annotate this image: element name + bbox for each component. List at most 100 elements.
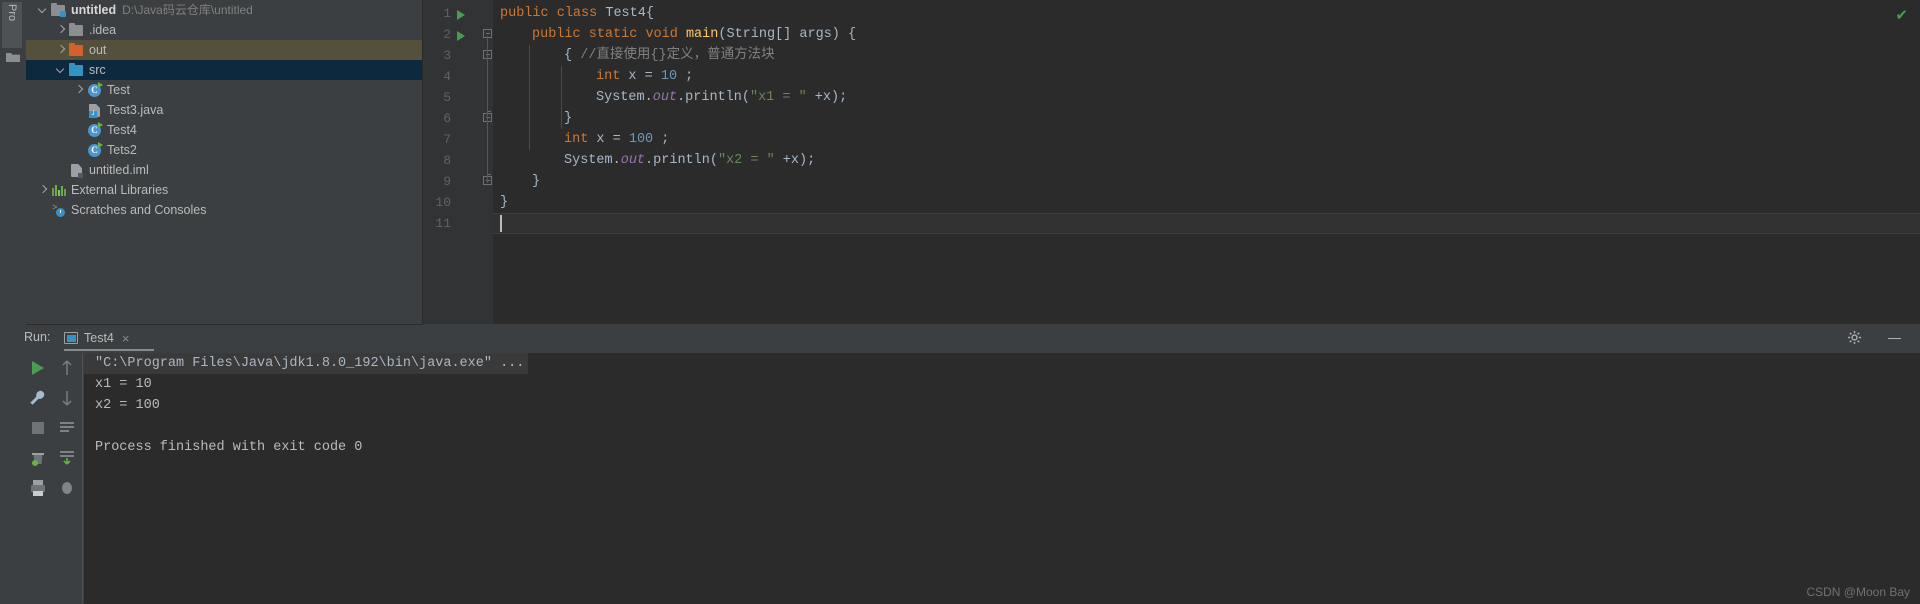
line-number: 2 bbox=[443, 27, 451, 42]
java-class-icon: C bbox=[86, 122, 104, 138]
chevron-down-icon[interactable] bbox=[54, 60, 68, 80]
line-number: 6 bbox=[443, 111, 451, 126]
tree-item-test4[interactable]: C Test4 bbox=[26, 120, 422, 140]
intellij-idea-window: Pro untitled D:\Java码云仓库\untitled .idea out… bbox=[0, 0, 1920, 604]
java-class-icon: C bbox=[86, 142, 104, 158]
close-icon[interactable]: × bbox=[122, 331, 130, 346]
folder-grey-icon bbox=[68, 22, 86, 38]
run-tab-test4[interactable]: Test4 × bbox=[64, 327, 129, 349]
arrow-down-icon[interactable] bbox=[56, 383, 78, 413]
tree-item-label: Scratches and Consoles bbox=[71, 203, 207, 217]
console-icon bbox=[64, 332, 78, 344]
chevron-right-icon[interactable] bbox=[54, 40, 68, 60]
tree-item-label: External Libraries bbox=[71, 183, 169, 197]
code-line[interactable]: } bbox=[500, 192, 508, 213]
run-tab-label: Test4 bbox=[84, 331, 114, 345]
project-tree-panel[interactable]: untitled D:\Java码云仓库\untitled .idea out src C… bbox=[26, 0, 423, 325]
code-line[interactable]: int x = 100 ; bbox=[564, 129, 669, 150]
code-line[interactable]: public class Test4{ bbox=[500, 3, 654, 24]
java-file-icon bbox=[86, 102, 104, 118]
tree-item-src[interactable]: src bbox=[26, 60, 422, 80]
bug-icon[interactable] bbox=[56, 473, 78, 503]
tree-item-label: untitled bbox=[71, 3, 117, 17]
run-console-output[interactable]: "C:\Program Files\Java\jdk1.8.0_192\bin\… bbox=[84, 353, 1920, 604]
console-lines: "C:\Program Files\Java\jdk1.8.0_192\bin\… bbox=[84, 353, 1920, 458]
caret-line-highlight bbox=[493, 213, 1920, 234]
chevron-right-icon[interactable] bbox=[54, 20, 68, 40]
console-line: "C:\Program Files\Java\jdk1.8.0_192\bin\… bbox=[84, 353, 1920, 374]
console-output-line: Process finished with exit code 0 bbox=[95, 440, 363, 455]
folder-orange-icon bbox=[68, 42, 86, 58]
code-line[interactable]: int x = 10 ; bbox=[596, 66, 693, 87]
tree-item-tets2[interactable]: C Tets2 bbox=[26, 140, 422, 160]
project-tree[interactable]: untitled D:\Java码云仓库\untitled .idea out src C… bbox=[26, 0, 422, 220]
code-line[interactable]: System.out.println("x1 = " +x); bbox=[596, 87, 847, 108]
line-number: 11 bbox=[435, 216, 451, 231]
line-number: 1 bbox=[443, 6, 451, 21]
tree-item-external-libraries[interactable]: External Libraries bbox=[26, 180, 422, 200]
run-toolbar-right[interactable] bbox=[56, 353, 83, 603]
chevron-right-icon[interactable] bbox=[36, 180, 50, 200]
code-line[interactable]: public static void main(String[] args) { bbox=[532, 24, 856, 45]
console-line: Process finished with exit code 0 bbox=[84, 437, 1920, 458]
scroll-to-end-icon[interactable] bbox=[56, 443, 78, 473]
run-gutter-icon[interactable] bbox=[457, 10, 465, 20]
text-caret bbox=[500, 215, 502, 232]
project-tab-label: Pro bbox=[6, 4, 18, 22]
tree-item-label: Test bbox=[107, 83, 130, 97]
line-number: 7 bbox=[443, 132, 451, 147]
tree-item-path: D:\Java码云仓库\untitled bbox=[122, 3, 253, 17]
print-icon[interactable] bbox=[22, 473, 56, 503]
code-line[interactable]: System.out.println("x2 = " +x); bbox=[564, 150, 815, 171]
tree-item-test3-java[interactable]: Test3.java bbox=[26, 100, 422, 120]
code-line[interactable]: } bbox=[532, 171, 540, 192]
run-toolbar-left[interactable] bbox=[22, 353, 56, 603]
tree-item-out[interactable]: out bbox=[26, 40, 422, 60]
gear-icon[interactable] bbox=[1847, 330, 1862, 345]
run-tool-window: Run: Test4 × "C:\Program Files\Java\jdk1… bbox=[0, 325, 1920, 604]
code-line[interactable]: } bbox=[564, 108, 572, 129]
code-editor[interactable]: 1 public class Test4{ 2 public static void … bbox=[423, 0, 1920, 324]
tree-item-test[interactable]: C Test bbox=[26, 80, 422, 100]
wrench-icon[interactable] bbox=[22, 383, 56, 413]
project-tool-window-tab[interactable]: Pro bbox=[2, 2, 22, 48]
tree-item-label: src bbox=[89, 63, 106, 77]
folder-blue-icon bbox=[68, 62, 86, 78]
chevron-right-icon[interactable] bbox=[72, 80, 86, 100]
console-line: x2 = 100 bbox=[84, 395, 1920, 416]
console-output-line: x2 = 100 bbox=[95, 398, 160, 413]
checkmark-icon[interactable]: ✔ bbox=[1895, 8, 1908, 23]
run-gutter-icon[interactable] bbox=[457, 31, 465, 41]
tree-item-untitled-iml[interactable]: untitled.iml bbox=[26, 160, 422, 180]
folder-icon[interactable] bbox=[5, 50, 21, 64]
chevron-down-icon[interactable] bbox=[36, 0, 50, 20]
tree-item-label: untitled.iml bbox=[89, 163, 149, 177]
run-label: Run: bbox=[24, 330, 51, 344]
soft-wrap-icon[interactable] bbox=[56, 413, 78, 443]
minimize-icon[interactable] bbox=[1888, 330, 1902, 345]
libraries-icon bbox=[50, 182, 68, 198]
tree-item-scratches-and-consoles[interactable]: >_Scratches and Consoles bbox=[26, 200, 422, 220]
run-tool-window-header: Run: Test4 × bbox=[0, 325, 1920, 351]
stop-square-icon[interactable] bbox=[22, 413, 56, 443]
tree-item-label: Test4 bbox=[107, 123, 137, 137]
indent-guide bbox=[561, 66, 562, 129]
line-number: 5 bbox=[443, 90, 451, 105]
tree-item-label: Test3.java bbox=[107, 103, 164, 117]
tree-item-untitled[interactable]: untitled D:\Java码云仓库\untitled bbox=[26, 0, 422, 20]
console-line bbox=[84, 416, 1920, 437]
watermark: CSDN @Moon Bay bbox=[1806, 585, 1910, 599]
tree-item-label: .idea bbox=[89, 23, 117, 37]
rerun-play-icon[interactable] bbox=[22, 353, 56, 383]
trash-icon[interactable] bbox=[22, 443, 56, 473]
line-number: 3 bbox=[443, 48, 451, 63]
line-number: 8 bbox=[443, 153, 451, 168]
code-line[interactable]: { //直接使用{}定义，普通方法块 bbox=[564, 45, 775, 66]
line-number: 9 bbox=[443, 174, 451, 189]
iml-file-icon bbox=[68, 162, 86, 178]
run-tab-underline bbox=[64, 349, 154, 351]
tree-item--idea[interactable]: .idea bbox=[26, 20, 422, 40]
arrow-up-icon[interactable] bbox=[56, 353, 78, 383]
